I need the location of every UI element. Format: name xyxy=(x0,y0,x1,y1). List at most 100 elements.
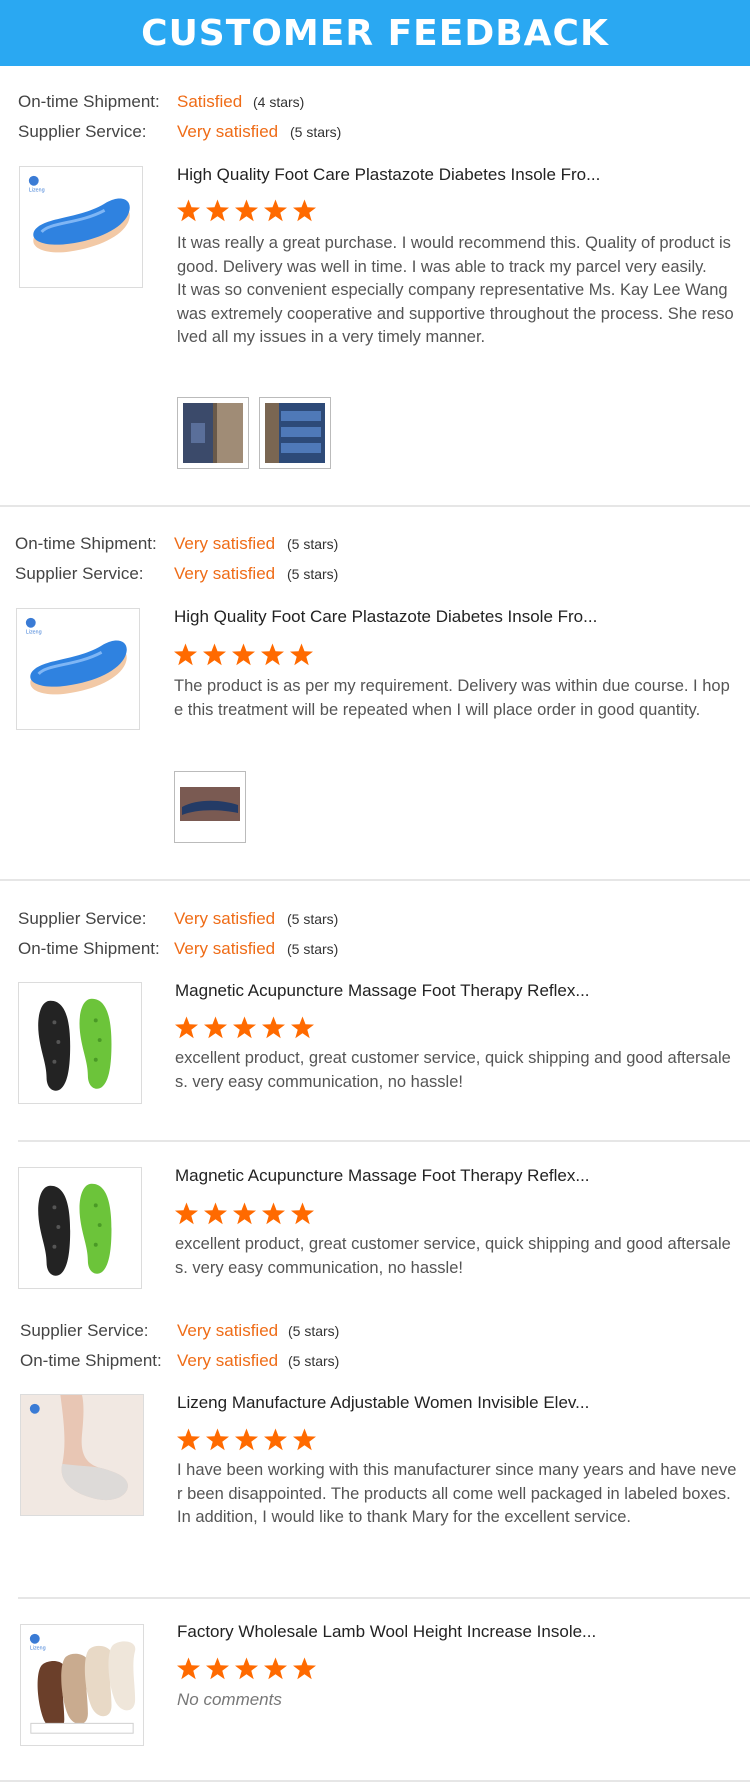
star-icon xyxy=(292,199,317,222)
product-title-link[interactable]: Magnetic Acupuncture Massage Foot Therap… xyxy=(175,1166,590,1186)
product-thumbnail[interactable] xyxy=(20,1624,144,1746)
rating-stars-text: (5 stars) xyxy=(288,1353,340,1369)
star-icon xyxy=(205,1428,230,1451)
review-text: excellent product, great customer servic… xyxy=(175,1047,735,1094)
section-divider xyxy=(0,505,750,507)
product-image xyxy=(19,983,141,1103)
product-image xyxy=(17,609,139,729)
rating-stars-text: (4 stars) xyxy=(253,94,305,110)
review-photo-image xyxy=(183,403,243,463)
rating-label: Supplier Service: xyxy=(15,564,144,583)
product-thumbnail[interactable] xyxy=(18,982,142,1104)
page-header: CUSTOMER FEEDBACK xyxy=(0,0,750,66)
star-icon xyxy=(176,1657,201,1680)
star-icon xyxy=(232,1202,257,1225)
product-title-link[interactable]: High Quality Foot Care Plastazote Diabet… xyxy=(177,165,600,185)
star-icon xyxy=(234,199,259,222)
review-paragraph: The product is as per my requirement. De… xyxy=(174,677,730,719)
rating-stars-text: (5 stars) xyxy=(287,536,339,552)
rating-label: On-time Shipment: xyxy=(18,92,160,111)
review-photo[interactable] xyxy=(174,771,246,843)
star-icon xyxy=(203,1202,228,1225)
rating-stars-text: (5 stars) xyxy=(287,911,339,927)
no-comments-text: No comments xyxy=(177,1690,282,1709)
review-paragraph: excellent product, great customer servic… xyxy=(175,1235,731,1277)
rating-label: Supplier Service: xyxy=(18,122,147,141)
rating-value: Very satisfied xyxy=(174,564,276,583)
rating-value: Very satisfied xyxy=(177,1351,279,1370)
star-icon xyxy=(263,1657,288,1680)
review-paragraph: It was so convenient especially company … xyxy=(177,281,734,346)
rating-stars xyxy=(176,1657,317,1680)
rating-stars-text: (5 stars) xyxy=(287,566,339,582)
star-icon xyxy=(263,1428,288,1451)
rating-stars xyxy=(174,1202,315,1225)
product-title-link[interactable]: Magnetic Acupuncture Massage Foot Therap… xyxy=(175,981,590,1001)
product-image xyxy=(19,1168,141,1288)
rating-stars-text: (5 stars) xyxy=(288,1323,340,1339)
rating-stars xyxy=(174,1016,315,1039)
star-icon xyxy=(234,1428,259,1451)
section-divider xyxy=(0,1780,750,1782)
review-text: The product is as per my requirement. De… xyxy=(174,675,734,722)
review-paragraph: It was really a great purchase. I would … xyxy=(177,234,731,276)
review-text: excellent product, great customer servic… xyxy=(175,1233,735,1280)
star-icon xyxy=(174,1202,199,1225)
star-icon xyxy=(261,1202,286,1225)
section-divider xyxy=(18,1140,750,1142)
review-photo[interactable] xyxy=(177,397,249,469)
star-icon xyxy=(292,1657,317,1680)
review-photo[interactable] xyxy=(259,397,331,469)
star-icon xyxy=(234,1657,259,1680)
rating-stars xyxy=(176,199,317,222)
section-divider xyxy=(18,1597,750,1599)
product-image xyxy=(21,1395,143,1515)
rating-value: Satisfied xyxy=(177,92,243,111)
star-icon xyxy=(232,1016,257,1039)
star-icon xyxy=(173,643,198,666)
review-text: It was really a great purchase. I would … xyxy=(177,232,737,350)
rating-label: On-time Shipment: xyxy=(18,939,160,958)
product-title-link[interactable]: Lizeng Manufacture Adjustable Women Invi… xyxy=(177,1393,589,1413)
product-thumbnail[interactable] xyxy=(20,1394,144,1516)
rating-label: On-time Shipment: xyxy=(15,534,157,553)
rating-label: Supplier Service: xyxy=(18,909,147,928)
star-icon xyxy=(231,643,256,666)
star-icon xyxy=(176,199,201,222)
review-paragraph: I have been working with this manufactur… xyxy=(177,1461,737,1503)
star-icon xyxy=(263,199,288,222)
rating-stars-text: (5 stars) xyxy=(290,124,342,140)
product-title-link[interactable]: High Quality Foot Care Plastazote Diabet… xyxy=(174,607,597,627)
rating-value: Very satisfied xyxy=(177,122,279,141)
star-icon xyxy=(174,1016,199,1039)
star-icon xyxy=(261,1016,286,1039)
star-icon xyxy=(205,1657,230,1680)
review-text: I have been working with this manufactur… xyxy=(177,1459,737,1530)
product-thumbnail[interactable] xyxy=(18,1167,142,1289)
star-icon xyxy=(176,1428,201,1451)
rating-stars xyxy=(176,1428,317,1451)
star-icon xyxy=(260,643,285,666)
rating-stars-text: (5 stars) xyxy=(287,941,339,957)
star-icon xyxy=(290,1016,315,1039)
star-icon xyxy=(202,643,227,666)
product-thumbnail[interactable] xyxy=(19,166,143,288)
product-image xyxy=(21,1625,143,1745)
review-photo-image xyxy=(265,403,325,463)
page-title: CUSTOMER FEEDBACK xyxy=(141,12,609,54)
product-title-link[interactable]: Factory Wholesale Lamb Wool Height Incre… xyxy=(177,1622,596,1642)
rating-label: Supplier Service: xyxy=(20,1321,149,1340)
review-paragraph: In addition, I would like to thank Mary … xyxy=(177,1508,631,1526)
star-icon xyxy=(289,643,314,666)
rating-stars xyxy=(173,643,314,666)
rating-value: Very satisfied xyxy=(174,939,276,958)
star-icon xyxy=(203,1016,228,1039)
review-photo-image xyxy=(180,777,240,837)
review-paragraph: excellent product, great customer servic… xyxy=(175,1049,731,1091)
product-thumbnail[interactable] xyxy=(16,608,140,730)
rating-label: On-time Shipment: xyxy=(20,1351,162,1370)
rating-value: Very satisfied xyxy=(177,1321,279,1340)
star-icon xyxy=(292,1428,317,1451)
rating-value: Very satisfied xyxy=(174,909,276,928)
star-icon xyxy=(205,199,230,222)
